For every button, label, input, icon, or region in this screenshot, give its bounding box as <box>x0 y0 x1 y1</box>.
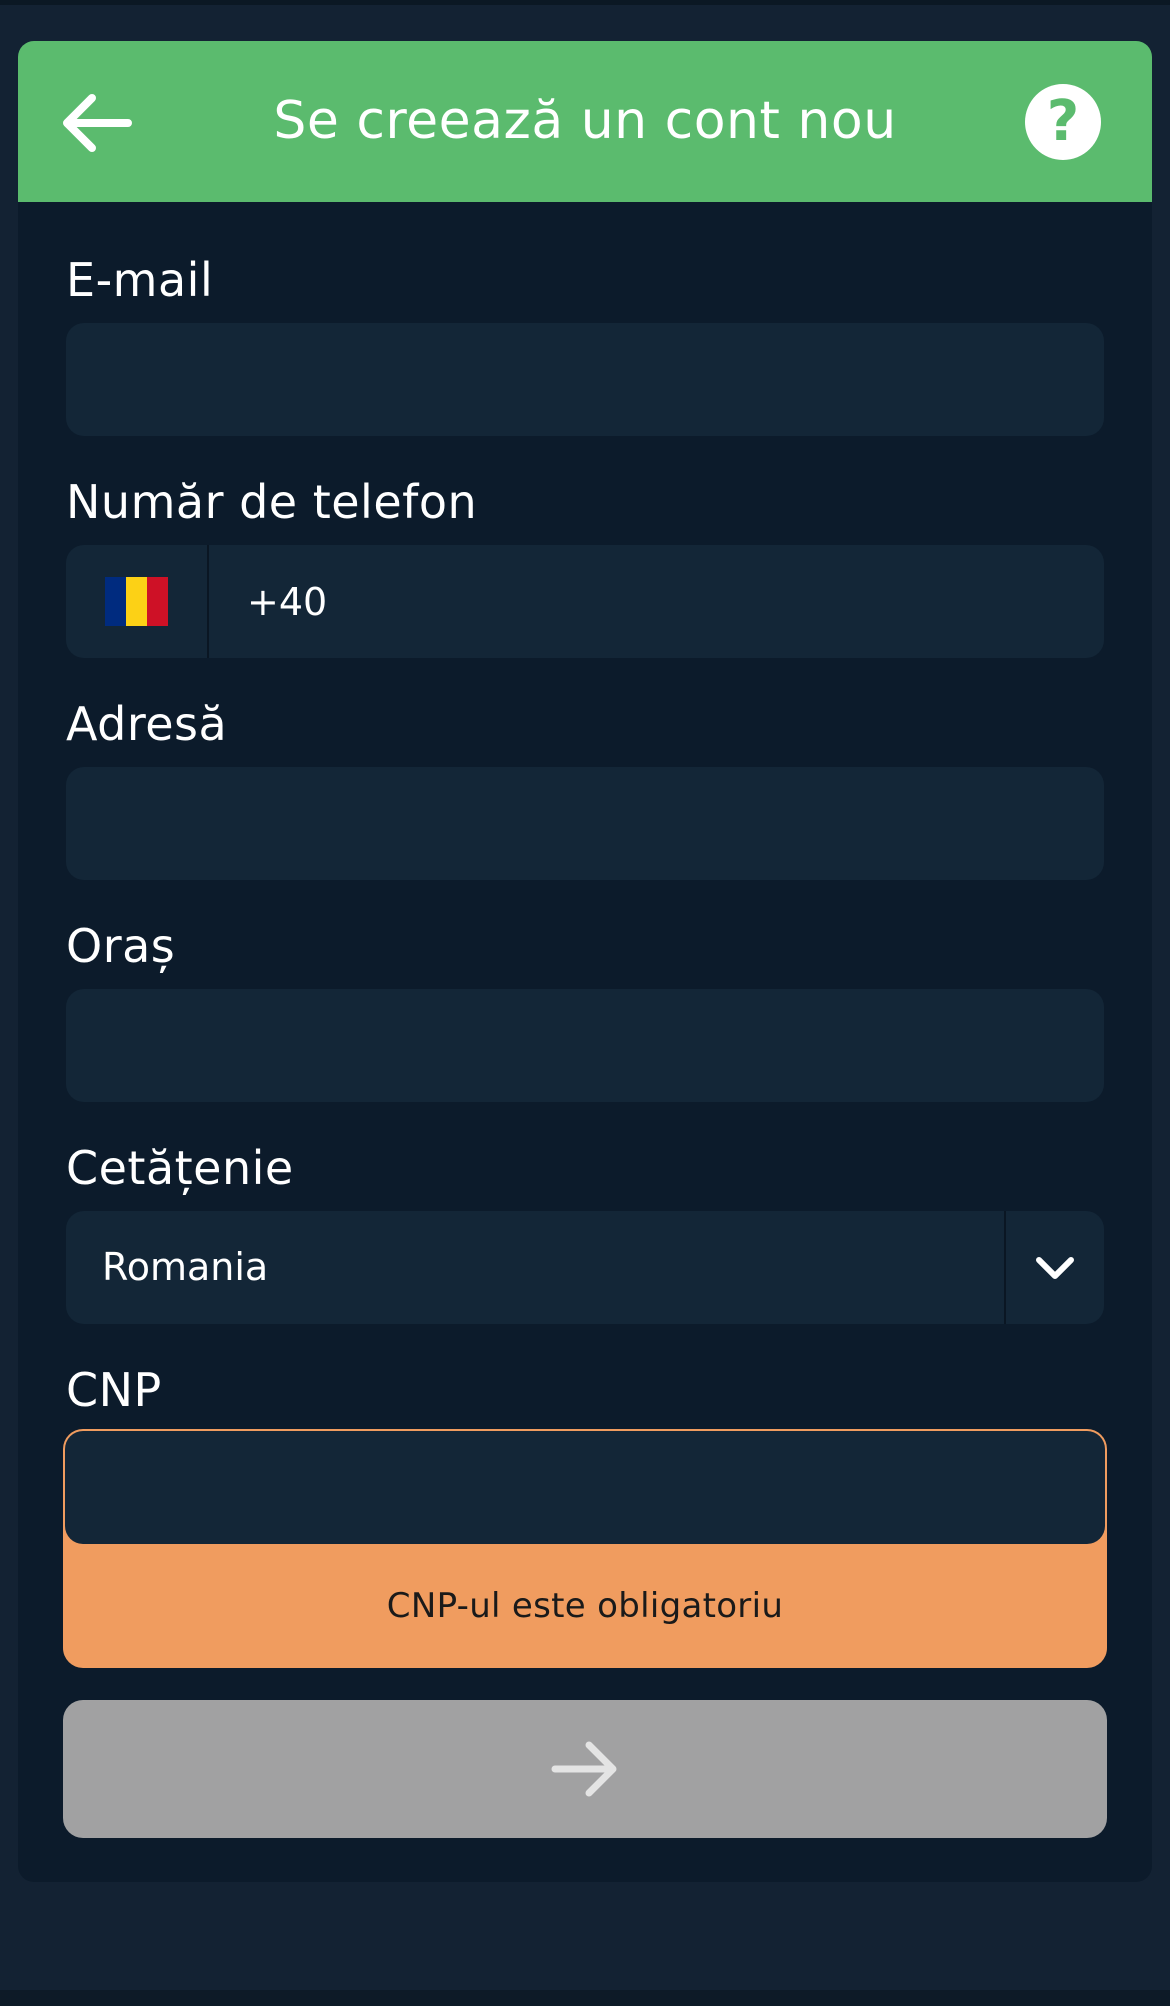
citizenship-dropdown-button[interactable] <box>1006 1211 1104 1324</box>
help-button[interactable]: ? <box>1025 84 1101 160</box>
email-label: E-mail <box>66 253 214 307</box>
email-field[interactable] <box>66 323 1104 436</box>
registration-card: Se creează un cont nou ? E-mail Număr de… <box>18 41 1152 1882</box>
email-field-container <box>66 323 1104 436</box>
arrow-right-icon <box>551 1741 617 1797</box>
question-circle-icon: ? <box>1046 89 1080 154</box>
cnp-field-with-error: CNP-ul este obligatoriu <box>63 1429 1107 1668</box>
page-title: Se creează un cont nou <box>273 91 897 151</box>
citizenship-selected-value[interactable]: Romania <box>66 1211 1004 1324</box>
citizenship-select[interactable]: Romania <box>66 1211 1104 1324</box>
city-field-container <box>66 989 1104 1102</box>
header-bar: Se creează un cont nou ? <box>18 41 1152 202</box>
phone-field-container <box>66 545 1104 658</box>
country-code-selector[interactable] <box>66 545 209 658</box>
city-label: Oraș <box>66 919 176 973</box>
address-field[interactable] <box>66 767 1104 880</box>
back-button[interactable] <box>54 81 138 165</box>
next-button[interactable] <box>63 1700 1107 1838</box>
phone-field[interactable] <box>211 545 1104 658</box>
cnp-field[interactable] <box>65 1431 1105 1544</box>
address-field-container <box>66 767 1104 880</box>
citizenship-label: Cetățenie <box>66 1141 294 1195</box>
status-bar-edge <box>0 0 1170 5</box>
chevron-down-icon <box>1036 1256 1074 1279</box>
phone-label: Număr de telefon <box>66 475 478 529</box>
cnp-label: CNP <box>66 1363 162 1417</box>
address-label: Adresă <box>66 697 228 751</box>
romania-flag-icon <box>105 577 168 626</box>
city-field[interactable] <box>66 989 1104 1102</box>
arrow-left-icon <box>63 94 132 152</box>
cnp-error-message: CNP-ul este obligatoriu <box>386 1586 784 1626</box>
cnp-field-container <box>65 1431 1105 1544</box>
bottom-edge <box>0 1990 1170 2006</box>
